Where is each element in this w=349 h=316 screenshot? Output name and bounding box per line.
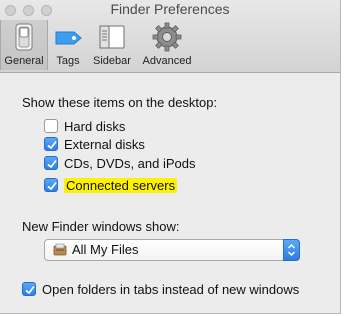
hard-disks-label: Hard disks (64, 118, 126, 134)
window-title: Finder Preferences (110, 1, 230, 17)
tab-sidebar[interactable]: Sidebar (88, 20, 136, 70)
tag-icon (52, 22, 84, 52)
checkmark-icon (47, 181, 57, 191)
hard-disks-row[interactable]: Hard disks (44, 117, 125, 135)
tab-advanced-label: Advanced (142, 55, 192, 67)
cds-dvds-ipods-checkbox[interactable] (44, 156, 58, 170)
tab-tags[interactable]: Tags (50, 20, 86, 70)
connected-servers-checkbox[interactable] (44, 178, 58, 192)
popup-stepper-icon[interactable] (283, 239, 300, 261)
hard-disks-checkbox[interactable] (44, 119, 58, 133)
desktop-items-heading: Show these items on the desktop: (22, 95, 218, 110)
tab-tags-label: Tags (56, 55, 80, 67)
cds-dvds-ipods-row[interactable]: CDs, DVDs, and iPods (44, 154, 196, 172)
tab-sidebar-label: Sidebar (93, 55, 131, 67)
open-in-tabs-checkbox[interactable] (22, 282, 36, 296)
checkmark-icon (25, 285, 35, 295)
external-disks-checkbox[interactable] (44, 137, 58, 151)
connected-servers-label: Connected servers (64, 177, 178, 193)
tab-advanced[interactable]: Advanced (138, 20, 196, 70)
open-in-tabs-row[interactable]: Open folders in tabs instead of new wind… (22, 280, 299, 298)
finder-preferences-window: Finder Preferences General Tags Sidebar … (0, 0, 341, 314)
all-my-files-icon (53, 243, 67, 257)
new-window-heading: New Finder windows show: (22, 219, 180, 234)
open-in-tabs-label: Open folders in tabs instead of new wind… (42, 281, 300, 297)
tab-general-label: General (4, 55, 44, 67)
new-window-popup[interactable]: All My Files (44, 239, 300, 261)
outside-area (341, 0, 349, 316)
sidebar-icon (96, 22, 128, 52)
checkmark-icon (47, 140, 57, 150)
new-window-selected: All My Files (72, 242, 139, 257)
general-pane: Show these items on the desktop: Hard di… (0, 73, 340, 313)
connected-servers-row[interactable]: Connected servers (44, 176, 178, 194)
cds-dvds-ipods-label: CDs, DVDs, and iPods (64, 155, 196, 171)
general-switch-icon (8, 22, 40, 52)
toolbar: Finder Preferences General Tags Sidebar … (0, 0, 340, 73)
tab-general[interactable]: General (0, 20, 48, 70)
checkmark-icon (47, 159, 57, 169)
external-disks-row[interactable]: External disks (44, 135, 145, 153)
gear-icon (151, 22, 183, 52)
external-disks-label: External disks (64, 136, 145, 152)
